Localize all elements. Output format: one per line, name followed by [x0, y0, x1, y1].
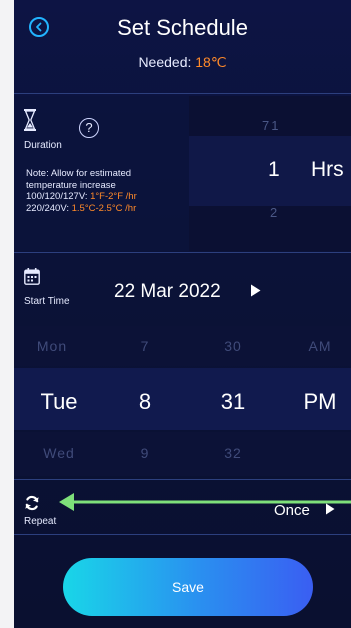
ampm-option-prev[interactable]: AM [309, 338, 332, 354]
needed-label: Needed: [138, 54, 196, 70]
needed-value: 18℃ [195, 54, 227, 70]
divider [14, 93, 351, 94]
hour-option-prev[interactable]: 7 [141, 338, 150, 354]
play-right-icon[interactable] [250, 284, 261, 297]
play-right-icon[interactable] [325, 503, 335, 515]
header: Set Schedule Needed: 18℃ [14, 0, 351, 92]
note-line: Note: Allow for estimated [26, 168, 132, 179]
duration-unit: Hrs [311, 158, 344, 181]
duration-note: Note: Allow for estimated temperature in… [26, 168, 191, 214]
page-title: Set Schedule [117, 15, 248, 40]
start-time-label: Start Time [24, 296, 70, 307]
divider [14, 534, 351, 535]
hour-selected[interactable]: 8 [139, 389, 151, 415]
ampm-selected[interactable]: PM [304, 389, 337, 415]
divider [14, 479, 351, 480]
day-option-next[interactable]: Wed [43, 445, 75, 461]
repeat-icon [25, 495, 39, 511]
day-selected[interactable]: Tue [40, 389, 77, 415]
save-button[interactable]: Save [63, 558, 313, 616]
repeat-label: Repeat [24, 516, 57, 527]
divider [14, 252, 351, 253]
duration-option-prev[interactable]: 71 [262, 118, 280, 133]
start-time-section: Start Time 22 Mar 2022 [14, 254, 351, 324]
note-line: temperature increase [26, 179, 116, 191]
calendar-icon [24, 268, 40, 285]
note-120v-value: 1°F-2°F /hr [90, 191, 137, 202]
repeat-value[interactable]: Once [274, 502, 310, 519]
duration-selected-value[interactable]: 1 [268, 158, 280, 182]
minute-option-next[interactable]: 32 [224, 445, 242, 461]
day-option-prev[interactable]: Mon [37, 338, 67, 354]
help-icon[interactable]: ? [79, 118, 99, 138]
note-line-240v: 220/240V: 1.5°C-2.5°C /hr [26, 203, 191, 215]
schedule-screen: Set Schedule Needed: 18℃ Duration ? Note… [14, 0, 351, 628]
note-240v-value: 1.5°C-2.5°C /hr [71, 202, 137, 214]
minute-selected[interactable]: 31 [221, 389, 245, 415]
note-120v-label: 100/120/127V: [26, 191, 91, 202]
hour-option-next[interactable]: 9 [141, 445, 150, 461]
note-line-120v: 100/120/127V: 1°F-2°F /hr [26, 191, 191, 203]
duration-label: Duration [24, 140, 62, 151]
minute-option-prev[interactable]: 30 [224, 338, 242, 354]
needed-temperature: Needed: 18℃ [14, 54, 351, 71]
hourglass-icon [24, 109, 36, 131]
start-date-value[interactable]: 22 Mar 2022 [114, 281, 221, 303]
duration-section: Duration ? Note: Allow for estimated tem… [14, 96, 351, 251]
note-240v-label: 220/240V: [26, 202, 72, 214]
repeat-section[interactable]: Repeat Once [14, 481, 351, 533]
duration-option-next[interactable]: 2 [270, 205, 277, 220]
